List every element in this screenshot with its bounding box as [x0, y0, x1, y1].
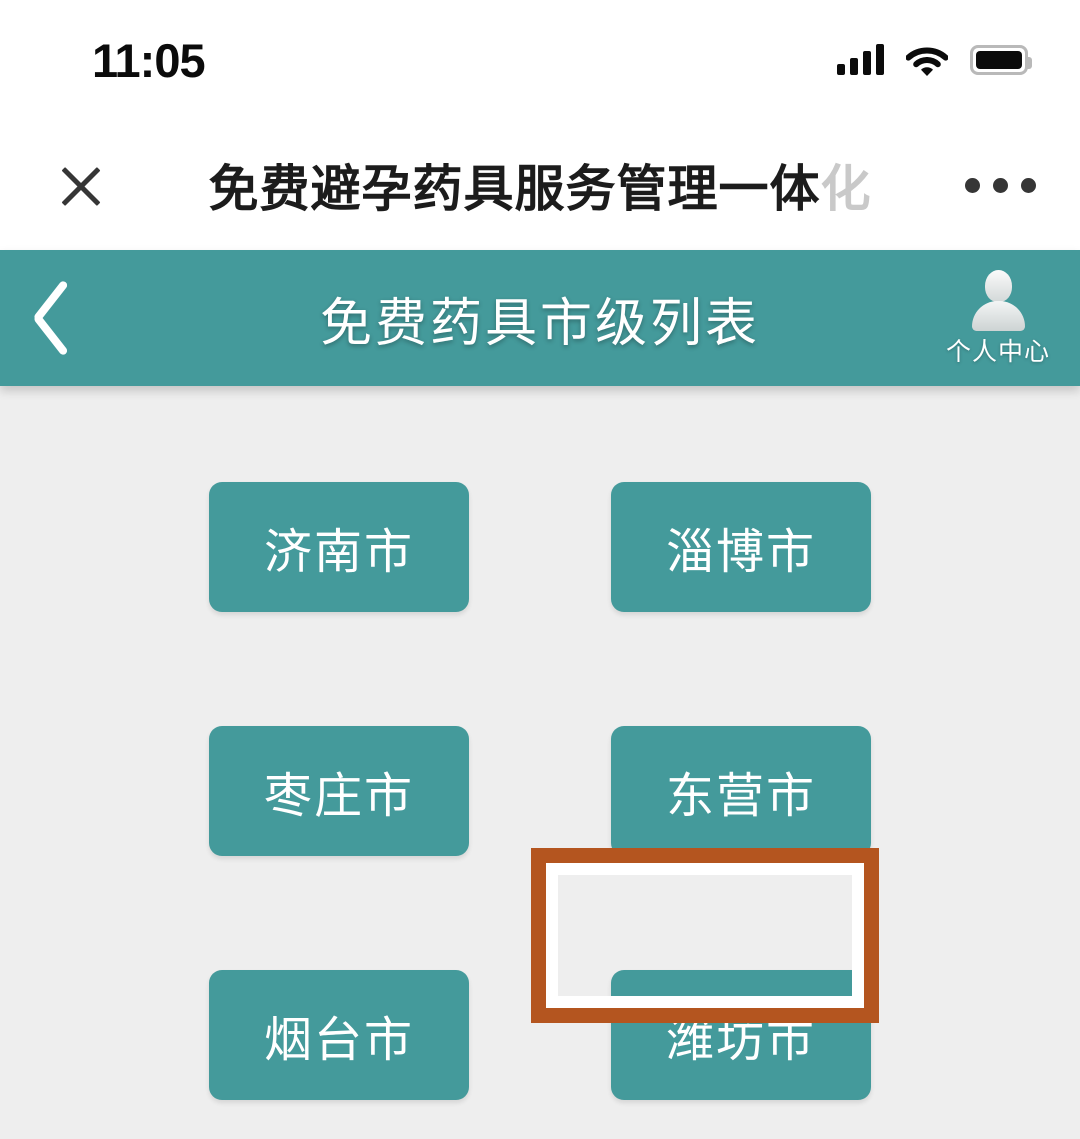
page-title: 免费避孕药具服务管理一体化	[0, 149, 1080, 221]
status-bar-time: 11:05	[92, 33, 206, 87]
city-button-zibo[interactable]: 淄博市	[611, 482, 871, 612]
app-header-title: 免费药具市级列表	[319, 294, 760, 353]
city-button-dongying[interactable]: 东营市	[611, 726, 871, 856]
user-avatar-icon	[967, 268, 1029, 331]
signal-bars-icon	[837, 44, 884, 75]
close-icon[interactable]	[50, 154, 112, 216]
page-title-text: 免费避孕药具服务管理一体	[208, 161, 821, 217]
more-options-icon[interactable]	[965, 177, 1036, 193]
city-button-zaozhuang[interactable]: 枣庄市	[209, 726, 469, 856]
app-header: 免费药具市级列表 个人中心	[0, 250, 1080, 386]
page-title-text-faded: 化	[820, 161, 872, 217]
city-list-container: 济南市 淄博市 枣庄市 东营市 烟台市 潍坊市	[0, 386, 1080, 1139]
city-grid: 济南市 淄博市 枣庄市 东营市 烟台市 潍坊市	[0, 386, 1080, 1100]
profile-center-label: 个人中心	[945, 338, 1050, 366]
chevron-left-icon[interactable]	[0, 250, 110, 386]
city-button-jinan[interactable]: 济南市	[209, 482, 469, 612]
city-button-yantai[interactable]: 烟台市	[209, 970, 469, 1100]
profile-center-button[interactable]: 个人中心	[930, 268, 1066, 368]
status-bar: 11:05	[0, 0, 1080, 120]
status-bar-icons	[837, 44, 1032, 76]
wechat-nav-bar: 免费避孕药具服务管理一体化	[0, 120, 1080, 250]
battery-full-icon	[970, 45, 1032, 75]
wifi-icon	[905, 45, 949, 76]
city-button-weifang[interactable]: 潍坊市	[611, 970, 871, 1100]
